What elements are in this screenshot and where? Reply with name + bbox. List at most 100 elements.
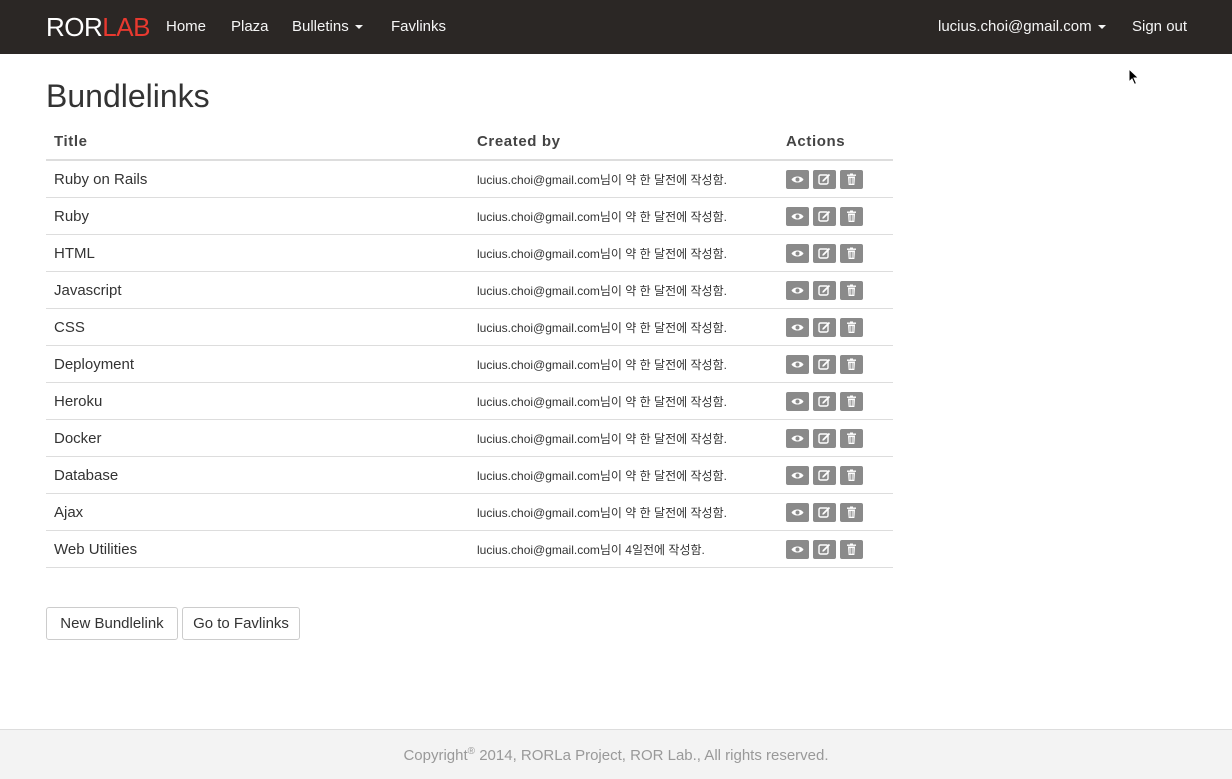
table-row: Ajax lucius.choi@gmail.com님이 약 한 달전에 작성함. — [46, 493, 893, 531]
row-created-by: lucius.choi@gmail.com님이 약 한 달전에 작성함. — [469, 271, 778, 309]
show-button[interactable] — [786, 354, 809, 374]
edit-button[interactable] — [813, 280, 836, 300]
row-actions — [778, 493, 893, 531]
delete-button[interactable] — [840, 280, 863, 300]
edit-button[interactable] — [813, 465, 836, 485]
edit-button[interactable] — [813, 206, 836, 226]
row-title: Ajax — [46, 493, 469, 531]
table-row: Web Utilities lucius.choi@gmail.com님이 4일전… — [46, 530, 893, 568]
copyright-text: Copyright® 2014, RORLa Project, ROR Lab.… — [0, 746, 1232, 764]
row-title: CSS — [46, 308, 469, 346]
mouse-pointer-icon — [1128, 67, 1140, 91]
row-actions — [778, 382, 893, 420]
nav-item-favlinks[interactable]: Favlinks — [391, 18, 446, 36]
table-row: Docker lucius.choi@gmail.com님이 약 한 달전에 작성… — [46, 419, 893, 457]
row-created-by: lucius.choi@gmail.com님이 약 한 달전에 작성함. — [469, 345, 778, 383]
table-row: Database lucius.choi@gmail.com님이 약 한 달전에 … — [46, 456, 893, 494]
caret-down-icon — [354, 25, 363, 30]
caret-down-icon — [1097, 25, 1106, 30]
table-row: CSS lucius.choi@gmail.com님이 약 한 달전에 작성함. — [46, 308, 893, 346]
table-row: Deployment lucius.choi@gmail.com님이 약 한 달전… — [46, 345, 893, 383]
row-created-by: lucius.choi@gmail.com님이 약 한 달전에 작성함. — [469, 382, 778, 420]
show-button[interactable] — [786, 428, 809, 448]
row-actions — [778, 345, 893, 383]
delete-button[interactable] — [840, 354, 863, 374]
delete-button[interactable] — [840, 391, 863, 411]
show-button[interactable] — [786, 280, 809, 300]
delete-button[interactable] — [840, 317, 863, 337]
delete-button[interactable] — [840, 169, 863, 189]
nav-item-bulletins-label: Bulletins — [292, 18, 349, 35]
table-row: Heroku lucius.choi@gmail.com님이 약 한 달전에 작성… — [46, 382, 893, 420]
row-created-by: lucius.choi@gmail.com님이 약 한 달전에 작성함. — [469, 197, 778, 235]
nav-item-bulletins[interactable]: Bulletins — [292, 18, 363, 36]
user-menu-dropdown[interactable]: lucius.choi@gmail.com — [938, 18, 1106, 36]
show-button[interactable] — [786, 465, 809, 485]
row-actions — [778, 197, 893, 235]
row-created-by: lucius.choi@gmail.com님이 약 한 달전에 작성함. — [469, 160, 778, 198]
row-created-by: lucius.choi@gmail.com님이 약 한 달전에 작성함. — [469, 419, 778, 457]
row-actions — [778, 234, 893, 272]
edit-button[interactable] — [813, 317, 836, 337]
column-header-actions: Actions — [778, 123, 893, 161]
row-created-by: lucius.choi@gmail.com님이 약 한 달전에 작성함. — [469, 234, 778, 272]
table-row: Ruby on Rails lucius.choi@gmail.com님이 약 한… — [46, 160, 893, 198]
edit-button[interactable] — [813, 169, 836, 189]
edit-button[interactable] — [813, 428, 836, 448]
edit-button[interactable] — [813, 354, 836, 374]
delete-button[interactable] — [840, 502, 863, 522]
row-title: Heroku — [46, 382, 469, 420]
row-actions — [778, 456, 893, 494]
row-created-by: lucius.choi@gmail.com님이 약 한 달전에 작성함. — [469, 308, 778, 346]
column-header-created-by: Created by — [469, 123, 778, 161]
row-title: Deployment — [46, 345, 469, 383]
row-actions — [778, 419, 893, 457]
show-button[interactable] — [786, 243, 809, 263]
top-navbar: RORLAB Home Plaza Bulletins Favlinks luc… — [0, 0, 1232, 54]
edit-button[interactable] — [813, 539, 836, 559]
table-header-row: Title Created by Actions — [46, 123, 893, 161]
brand-text-accent: LAB — [102, 12, 150, 42]
row-title: Ruby — [46, 197, 469, 235]
row-created-by: lucius.choi@gmail.com님이 약 한 달전에 작성함. — [469, 493, 778, 531]
show-button[interactable] — [786, 169, 809, 189]
row-actions — [778, 271, 893, 309]
row-created-by: lucius.choi@gmail.com님이 약 한 달전에 작성함. — [469, 456, 778, 494]
table-body: Ruby on Rails lucius.choi@gmail.com님이 약 한… — [46, 160, 893, 568]
new-bundlelink-button[interactable]: New Bundlelink — [46, 607, 178, 640]
delete-button[interactable] — [840, 243, 863, 263]
copyright-prefix: Copyright — [403, 747, 468, 764]
nav-item-plaza[interactable]: Plaza — [231, 18, 269, 36]
page-title: Bundlelinks — [46, 78, 210, 114]
show-button[interactable] — [786, 502, 809, 522]
delete-button[interactable] — [840, 206, 863, 226]
delete-button[interactable] — [840, 465, 863, 485]
column-header-title: Title — [46, 123, 469, 161]
row-title: Web Utilities — [46, 530, 469, 568]
row-actions — [778, 530, 893, 568]
show-button[interactable] — [786, 391, 809, 411]
show-button[interactable] — [786, 317, 809, 337]
table-row: Ruby lucius.choi@gmail.com님이 약 한 달전에 작성함. — [46, 197, 893, 235]
row-title: Javascript — [46, 271, 469, 309]
sign-out-link[interactable]: Sign out — [1132, 18, 1187, 36]
go-to-favlinks-button[interactable]: Go to Favlinks — [182, 607, 300, 640]
table-row: HTML lucius.choi@gmail.com님이 약 한 달전에 작성함. — [46, 234, 893, 272]
table-row: Javascript lucius.choi@gmail.com님이 약 한 달전… — [46, 271, 893, 309]
brand-text-main: ROR — [46, 12, 103, 42]
delete-button[interactable] — [840, 428, 863, 448]
show-button[interactable] — [786, 206, 809, 226]
edit-button[interactable] — [813, 243, 836, 263]
row-actions — [778, 160, 893, 198]
footer: Copyright® 2014, RORLa Project, ROR Lab.… — [0, 729, 1232, 779]
brand-logo[interactable]: RORLAB — [46, 12, 150, 42]
row-created-by: lucius.choi@gmail.com님이 4일전에 작성함. — [469, 530, 778, 568]
row-title: Ruby on Rails — [46, 160, 469, 198]
bundlelinks-table: Title Created by Actions Ruby on Rails lu… — [46, 123, 893, 568]
edit-button[interactable] — [813, 502, 836, 522]
nav-item-home[interactable]: Home — [166, 18, 206, 36]
show-button[interactable] — [786, 539, 809, 559]
row-title: HTML — [46, 234, 469, 272]
edit-button[interactable] — [813, 391, 836, 411]
delete-button[interactable] — [840, 539, 863, 559]
